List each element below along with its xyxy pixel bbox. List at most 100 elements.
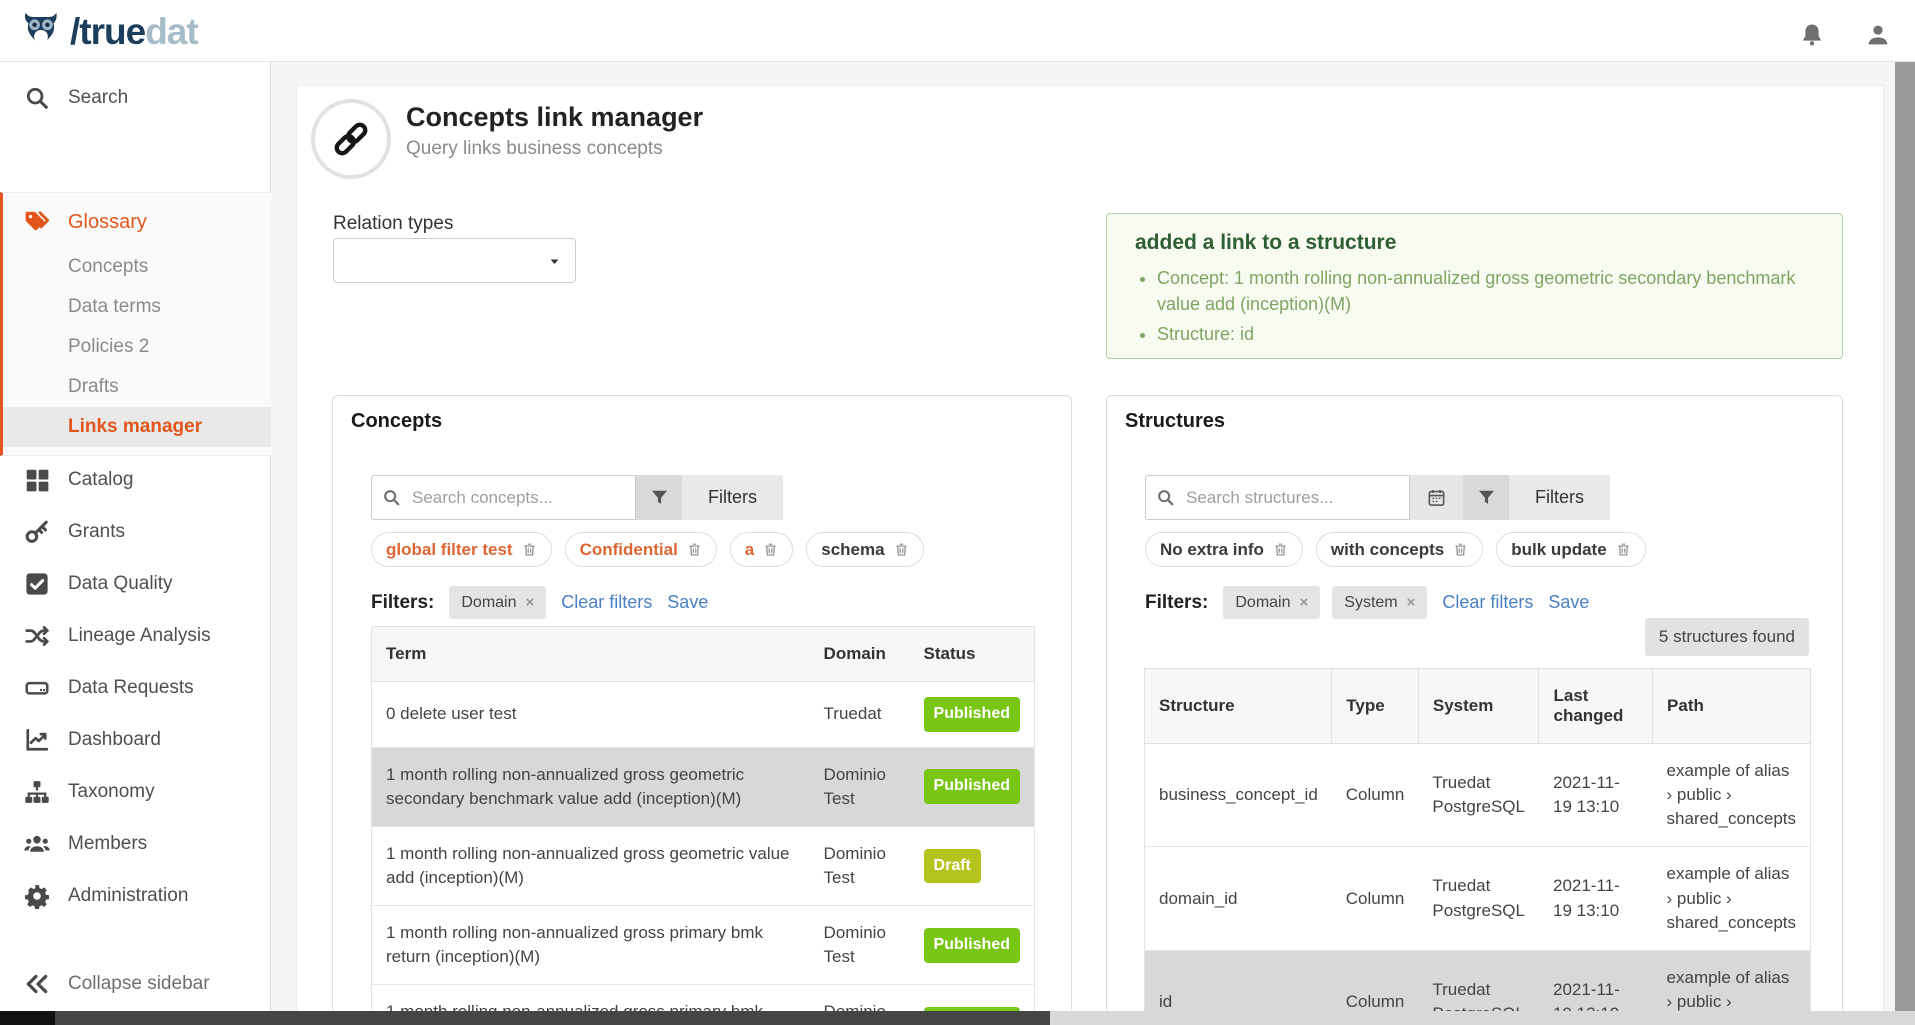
concept-row[interactable]: 0 delete user testTruedatPublished xyxy=(372,682,1035,748)
user-account-icon[interactable] xyxy=(1865,22,1891,48)
sidebar-item-policies-2[interactable]: Policies 2 xyxy=(3,327,271,367)
horizontal-scrollbar[interactable] xyxy=(0,1011,1915,1025)
structures-active-filter-system[interactable]: System× xyxy=(1332,586,1427,619)
concept-row[interactable]: 1 month rolling non-annualized gross pri… xyxy=(372,906,1035,985)
collapse-chevrons-icon xyxy=(24,971,50,997)
sidebar-item-label: Data Requests xyxy=(68,677,194,699)
sidebar-search-label: Search xyxy=(68,87,128,109)
structures-clear-filters-link[interactable]: Clear filters xyxy=(1442,592,1533,613)
concepts-table: TermDomainStatus 0 delete user testTrued… xyxy=(371,626,1035,1025)
horizontal-scrollbar-thumb[interactable] xyxy=(0,1011,1050,1025)
structures-active-filter-domain[interactable]: Domain × xyxy=(1223,586,1320,619)
structures-chip-no-extra-info[interactable]: No extra info xyxy=(1145,532,1303,567)
concept-status-cell: Published xyxy=(910,747,1035,826)
collapse-sidebar-label: Collapse sidebar xyxy=(68,973,210,995)
structures-saved-filter-chips: No extra info with concepts bulk update xyxy=(1145,532,1646,567)
sidebar-item-data-quality[interactable]: Data Quality xyxy=(0,558,271,610)
chip-label: a xyxy=(745,540,754,560)
key-icon xyxy=(24,519,50,545)
structure-name-cell: domain_id xyxy=(1145,847,1332,950)
structures-table: StructureTypeSystemLast changedPath busi… xyxy=(1144,668,1811,1025)
collapse-sidebar-button[interactable]: Collapse sidebar xyxy=(0,961,271,1007)
sidebar-item-search[interactable]: Search xyxy=(0,72,270,124)
concepts-search-box xyxy=(371,475,636,520)
concept-domain-cell: Dominio Test xyxy=(810,906,910,985)
structure-type-cell: Column xyxy=(1332,847,1419,950)
structures-search-input[interactable] xyxy=(1184,487,1399,509)
sidebar-item-members[interactable]: Members xyxy=(0,818,271,870)
sidebar-item-administration[interactable]: Administration xyxy=(0,870,271,922)
trash-icon[interactable] xyxy=(763,542,778,557)
structures-chip-with-concepts[interactable]: with concepts xyxy=(1316,532,1483,567)
structure-row[interactable]: business_concept_idColumnTruedat Postgre… xyxy=(1145,744,1811,847)
sidebar-item-taxonomy[interactable]: Taxonomy xyxy=(0,766,271,818)
concepts-active-filter-domain[interactable]: Domain× xyxy=(449,586,546,619)
structures-chip-bulk-update[interactable]: bulk update xyxy=(1496,532,1645,567)
structures-filters-button[interactable]: Filters xyxy=(1509,475,1610,520)
concept-domain-cell: Dominio Test xyxy=(810,826,910,905)
concept-status-cell: Published xyxy=(910,682,1035,748)
structures-panel-title: Structures xyxy=(1125,410,1225,433)
trash-icon[interactable] xyxy=(522,542,537,557)
trash-icon[interactable] xyxy=(1453,542,1468,557)
concepts-chip-global-filter-test[interactable]: global filter test xyxy=(371,532,552,567)
concept-term-cell: 1 month rolling non-annualized gross geo… xyxy=(372,826,810,905)
sidebar-item-lineage-analysis[interactable]: Lineage Analysis xyxy=(0,610,271,662)
remove-filter-icon[interactable]: × xyxy=(1407,594,1416,611)
concepts-clear-filters-link[interactable]: Clear filters xyxy=(561,592,652,613)
concepts-search-input[interactable] xyxy=(410,487,625,509)
truedat-logo[interactable]: /truedat xyxy=(18,8,198,54)
vertical-scrollbar[interactable] xyxy=(1895,62,1915,1011)
trash-icon[interactable] xyxy=(1616,542,1631,557)
remove-filter-icon[interactable]: × xyxy=(1300,594,1309,611)
concepts-panel: Concepts Filters global filter testConfi… xyxy=(332,395,1072,1025)
sidebar-item-grants[interactable]: Grants xyxy=(0,506,271,558)
active-filter-label: Domain xyxy=(1235,594,1290,612)
concepts-filters-button[interactable]: Filters xyxy=(682,475,783,520)
sidebar-item-data-terms[interactable]: Data terms xyxy=(3,287,271,327)
status-badge: Published xyxy=(924,697,1020,732)
concept-status-cell: Draft xyxy=(910,826,1035,905)
concepts-chip-a[interactable]: a xyxy=(730,532,793,567)
glossary-subitems: ConceptsData termsPolicies 2DraftsLinks … xyxy=(3,247,271,447)
structure-system-cell: Truedat PostgreSQL xyxy=(1418,847,1539,950)
sidebar-item-data-requests[interactable]: Data Requests xyxy=(0,662,271,714)
concept-row[interactable]: 1 month rolling non-annualized gross geo… xyxy=(372,826,1035,905)
structures-save-link[interactable]: Save xyxy=(1548,592,1589,613)
structures-calendar-button[interactable] xyxy=(1410,475,1463,520)
structure-row[interactable]: domain_idColumnTruedat PostgreSQL2021-11… xyxy=(1145,847,1811,950)
sidebar-item-links-manager[interactable]: Links manager xyxy=(3,407,271,447)
column-header-status: Status xyxy=(910,627,1035,682)
search-icon xyxy=(382,488,401,507)
concepts-chip-confidential[interactable]: Confidential xyxy=(565,532,717,567)
relation-types-select[interactable] xyxy=(333,238,576,283)
trash-icon[interactable] xyxy=(1273,542,1288,557)
sidebar-item-dashboard[interactable]: Dashboard xyxy=(0,714,271,766)
chip-label: bulk update xyxy=(1511,540,1606,560)
concepts-save-link[interactable]: Save xyxy=(667,592,708,613)
sidebar-item-label: Members xyxy=(68,833,147,855)
structure-system-cell: Truedat PostgreSQL xyxy=(1418,744,1539,847)
sidebar-item-drafts[interactable]: Drafts xyxy=(3,367,271,407)
sidebar-item-label: Taxonomy xyxy=(68,781,155,803)
remove-filter-icon[interactable]: × xyxy=(526,594,535,611)
trash-icon[interactable] xyxy=(687,542,702,557)
sidebar-item-concepts[interactable]: Concepts xyxy=(3,247,271,287)
sidebar-item-catalog[interactable]: Catalog xyxy=(0,454,271,506)
column-header-last-changed: Last changed xyxy=(1539,669,1653,744)
sidebar-item-label: Administration xyxy=(68,885,188,907)
notifications-bell-icon[interactable] xyxy=(1799,22,1825,48)
concept-domain-cell: Dominio Test xyxy=(810,747,910,826)
sidebar-item-label: Data Quality xyxy=(68,573,173,595)
concepts-chip-schema[interactable]: schema xyxy=(806,532,923,567)
status-badge: Draft xyxy=(924,849,981,884)
concept-row[interactable]: 1 month rolling non-annualized gross geo… xyxy=(372,747,1035,826)
concepts-filter-funnel-button[interactable] xyxy=(636,475,682,520)
trash-icon[interactable] xyxy=(894,542,909,557)
filters-label: Filters: xyxy=(1145,592,1208,614)
structure-path-cell: example of alias › public › shared_conce… xyxy=(1653,847,1811,950)
logo-text: /truedat xyxy=(70,13,198,50)
sidebar-item-glossary[interactable]: Glossary xyxy=(3,197,271,247)
column-header-system: System xyxy=(1418,669,1539,744)
structures-filter-funnel-button[interactable] xyxy=(1463,475,1509,520)
